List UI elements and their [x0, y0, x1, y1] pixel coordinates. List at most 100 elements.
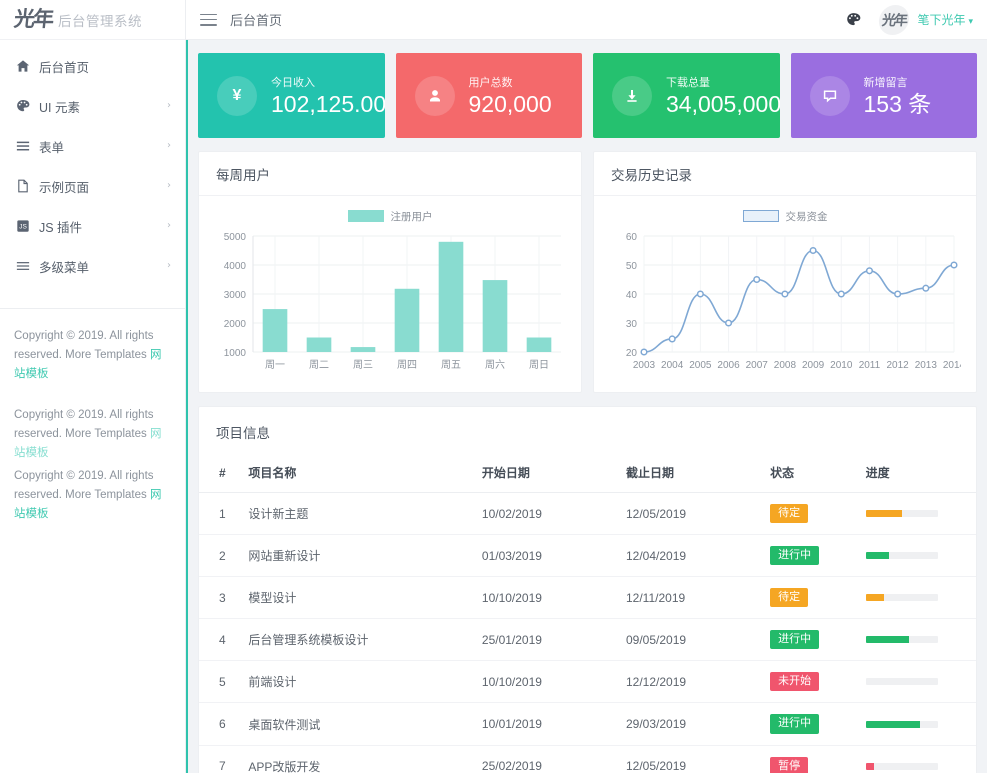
- stat-card-income[interactable]: ¥ 今日收入 102,125.00: [198, 53, 385, 138]
- stat-card-users[interactable]: 用户总数 920,000: [396, 53, 583, 138]
- x-axis-tick: 周二: [309, 359, 329, 371]
- progress-track: [866, 721, 938, 728]
- cell-name: 模型设计: [240, 577, 473, 619]
- sidebar-item-home[interactable]: 后台首页: [0, 46, 185, 86]
- x-axis-tick: 周日: [529, 359, 549, 371]
- sidebar-label: UI 元素: [36, 97, 167, 116]
- cell-status: 待定: [762, 493, 857, 535]
- chevron-right-icon: ›: [167, 101, 171, 111]
- th-end: 截止日期: [618, 455, 762, 493]
- brand-text: 后台管理系统: [58, 10, 142, 30]
- avatar[interactable]: 光年: [878, 5, 911, 35]
- menu-icon: [16, 259, 36, 273]
- stat-label: 今日收入: [271, 74, 385, 90]
- cell-start-date: 25/02/2019: [474, 745, 618, 773]
- cell-status: 暂停: [762, 745, 857, 773]
- sidebar-item-multilevel-menu[interactable]: 多级菜单 ›: [0, 246, 185, 286]
- panel-title: 交易历史记录: [611, 164, 692, 184]
- progress-fill: [866, 594, 885, 601]
- download-icon: [612, 76, 652, 116]
- cell-status: 未开始: [762, 661, 857, 703]
- sidebar-label: JS 插件: [36, 217, 167, 236]
- stat-card-messages[interactable]: 新增留言 153 条: [791, 53, 978, 138]
- cell-index: 3: [199, 577, 240, 619]
- cell-index: 4: [199, 619, 240, 661]
- sidebar-footer: Copyright © 2019. All rights reserved. M…: [0, 309, 185, 546]
- cell-progress: [858, 703, 976, 745]
- data-point: [782, 291, 788, 297]
- table-row[interactable]: 3模型设计10/10/201912/11/2019待定: [199, 577, 976, 619]
- table-header: # 项目名称 开始日期 截止日期 状态 进度: [199, 455, 976, 493]
- panel-header: 每周用户: [199, 152, 581, 196]
- th-index: #: [199, 455, 240, 493]
- palette-icon[interactable]: [846, 12, 861, 27]
- panel-transaction-history: 交易历史记录 交易资金 2030405060200320042005200620…: [593, 151, 977, 393]
- bar: [439, 242, 464, 352]
- line-series: [644, 251, 954, 353]
- status-badge: 待定: [770, 504, 808, 523]
- copyright-block: Copyright © 2019. All rights reserved. M…: [14, 406, 171, 463]
- sidebar-label: 后台首页: [36, 57, 171, 76]
- project-table: # 项目名称 开始日期 截止日期 状态 进度 1设计新主题10/02/20191…: [199, 455, 976, 773]
- sidebar-item-ui[interactable]: UI 元素 ›: [0, 86, 185, 126]
- cell-start-date: 10/01/2019: [474, 703, 618, 745]
- table-row[interactable]: 1设计新主题10/02/201912/05/2019待定: [199, 493, 976, 535]
- sidebar: 光年 后台管理系统 后台首页 UI 元素 ›: [0, 0, 186, 773]
- stat-body: 新增留言 153 条: [864, 74, 932, 117]
- panel-body: 交易资金 20304050602003200420052006200720082…: [594, 196, 976, 392]
- cell-progress: [858, 493, 976, 535]
- cell-index: 1: [199, 493, 240, 535]
- progress-track: [866, 552, 938, 559]
- th-progress: 进度: [858, 455, 976, 493]
- bar: [263, 309, 288, 352]
- sidebar-item-js-plugins[interactable]: JS JS 插件 ›: [0, 206, 185, 246]
- stat-label: 新增留言: [864, 74, 932, 90]
- th-state: 状态: [762, 455, 857, 493]
- stat-card-downloads[interactable]: 下载总量 34,005,000: [593, 53, 780, 138]
- hamburger-menu-icon[interactable]: [200, 14, 217, 26]
- cell-name: 桌面软件测试: [240, 703, 473, 745]
- breadcrumb: 后台首页: [230, 10, 282, 29]
- data-point: [838, 291, 844, 297]
- x-axis-tick: 周三: [353, 359, 373, 371]
- table-row[interactable]: 4后台管理系统模板设计25/01/201909/05/2019进行中: [199, 619, 976, 661]
- copyright-text: Copyright © 2019. All rights reserved. M…: [14, 409, 154, 440]
- sidebar-item-forms[interactable]: 表单 ›: [0, 126, 185, 166]
- cell-progress: [858, 535, 976, 577]
- cell-start-date: 25/01/2019: [474, 619, 618, 661]
- progress-fill: [866, 552, 889, 559]
- cell-index: 7: [199, 745, 240, 773]
- table-row[interactable]: 2网站重新设计01/03/201912/04/2019进行中: [199, 535, 976, 577]
- legend-label: 注册用户: [391, 209, 433, 224]
- status-badge: 进行中: [770, 630, 819, 649]
- cell-progress: [858, 577, 976, 619]
- cell-end-date: 29/03/2019: [618, 703, 762, 745]
- cell-name: APP改版开发: [240, 745, 473, 773]
- table-row[interactable]: 6桌面软件测试10/01/201929/03/2019进行中: [199, 703, 976, 745]
- table-title: 项目信息: [199, 407, 976, 455]
- legend-swatch: [743, 210, 779, 222]
- home-icon: [16, 59, 36, 73]
- data-point: [810, 248, 816, 254]
- cell-end-date: 12/05/2019: [618, 745, 762, 773]
- table-row[interactable]: 7APP改版开发25/02/201912/05/2019暂停: [199, 745, 976, 773]
- bar: [395, 289, 420, 352]
- sidebar-item-pages[interactable]: 示例页面 ›: [0, 166, 185, 206]
- x-axis-tick: 周一: [265, 359, 285, 371]
- app-root: 光年 后台管理系统 后台首页 UI 元素 ›: [0, 0, 987, 773]
- legend-label: 交易资金: [786, 209, 828, 224]
- user-menu[interactable]: 笔下光年▾: [917, 11, 973, 28]
- cell-start-date: 10/10/2019: [474, 661, 618, 703]
- list-icon: [16, 139, 36, 153]
- table-body: 1设计新主题10/02/201912/05/2019待定2网站重新设计01/03…: [199, 493, 976, 773]
- y-axis-tick: 3000: [224, 290, 247, 301]
- chevron-right-icon: ›: [167, 181, 171, 191]
- cell-index: 2: [199, 535, 240, 577]
- stat-label: 用户总数: [469, 74, 552, 90]
- cell-start-date: 01/03/2019: [474, 535, 618, 577]
- stat-body: 下载总量 34,005,000: [666, 74, 780, 117]
- brand-logo[interactable]: 光年 后台管理系统: [0, 0, 185, 40]
- status-badge: 待定: [770, 588, 808, 607]
- table-row[interactable]: 5前端设计10/10/201912/12/2019未开始: [199, 661, 976, 703]
- comment-icon: [810, 76, 850, 116]
